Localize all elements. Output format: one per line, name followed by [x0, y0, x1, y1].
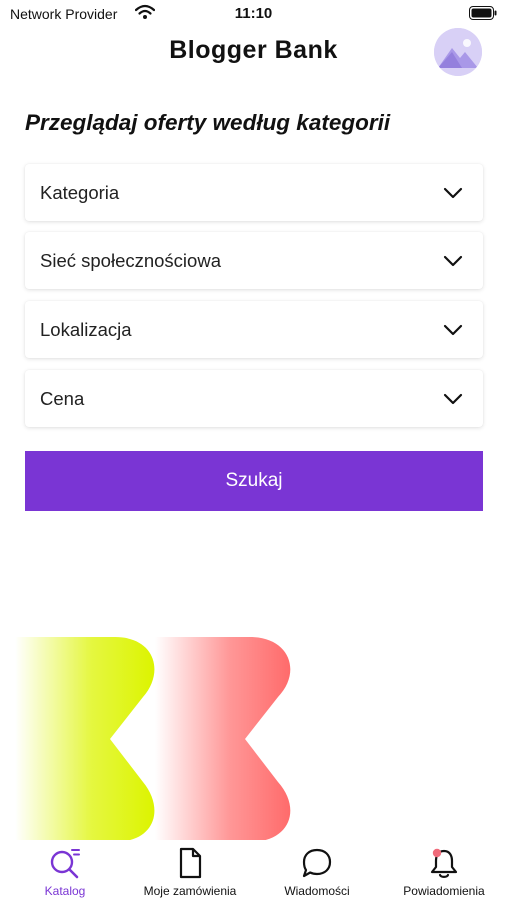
tab-notifications-label: Powiadomienia	[403, 884, 485, 898]
tab-catalog[interactable]: Katalog	[37, 840, 93, 900]
price-dropdown-label: Cena	[40, 387, 85, 409]
notification-dot	[432, 848, 442, 858]
tab-messages[interactable]: Wiadomości	[276, 840, 358, 900]
location-dropdown-label: Lokalizacja	[40, 318, 132, 340]
app-header: Blogger Bank	[0, 28, 507, 78]
brand-logo	[15, 637, 291, 842]
tab-my-orders-label: Moje zamówienia	[143, 884, 237, 898]
bell-icon	[430, 848, 458, 878]
status-bar: Network Provider 11:10	[0, 0, 507, 28]
location-dropdown[interactable]: Lokalizacja	[25, 301, 483, 358]
image-placeholder-icon	[434, 28, 482, 76]
chat-bubble-icon	[302, 848, 332, 878]
avatar[interactable]	[434, 28, 482, 76]
chevron-down-icon	[443, 324, 463, 335]
tab-messages-label: Wiadomości	[284, 884, 350, 898]
document-icon	[179, 847, 202, 879]
chevron-down-icon	[443, 393, 463, 404]
battery-icon	[469, 6, 497, 20]
page-heading: Przeglądaj oferty według kategorii	[25, 110, 391, 135]
tab-notifications[interactable]: Powiadomienia	[394, 840, 494, 900]
social-network-dropdown-label: Sieć społecznościowa	[40, 249, 221, 271]
category-dropdown-label: Kategoria	[40, 181, 120, 203]
bottom-tab-bar: Katalog Moje zamówienia Wiadomości Powia…	[0, 840, 507, 900]
search-icon	[50, 849, 80, 879]
search-button[interactable]: Szukaj	[25, 451, 483, 511]
status-time: 11:10	[234, 5, 273, 22]
tab-catalog-label: Katalog	[44, 884, 86, 898]
chevron-down-icon	[443, 255, 463, 266]
price-dropdown[interactable]: Cena	[25, 370, 483, 427]
app-title: Blogger Bank	[169, 36, 338, 64]
category-dropdown[interactable]: Kategoria	[25, 164, 483, 221]
chevron-down-icon	[443, 187, 463, 198]
social-network-dropdown[interactable]: Sieć społecznościowa	[25, 232, 483, 289]
tab-my-orders[interactable]: Moje zamówienia	[134, 840, 246, 900]
